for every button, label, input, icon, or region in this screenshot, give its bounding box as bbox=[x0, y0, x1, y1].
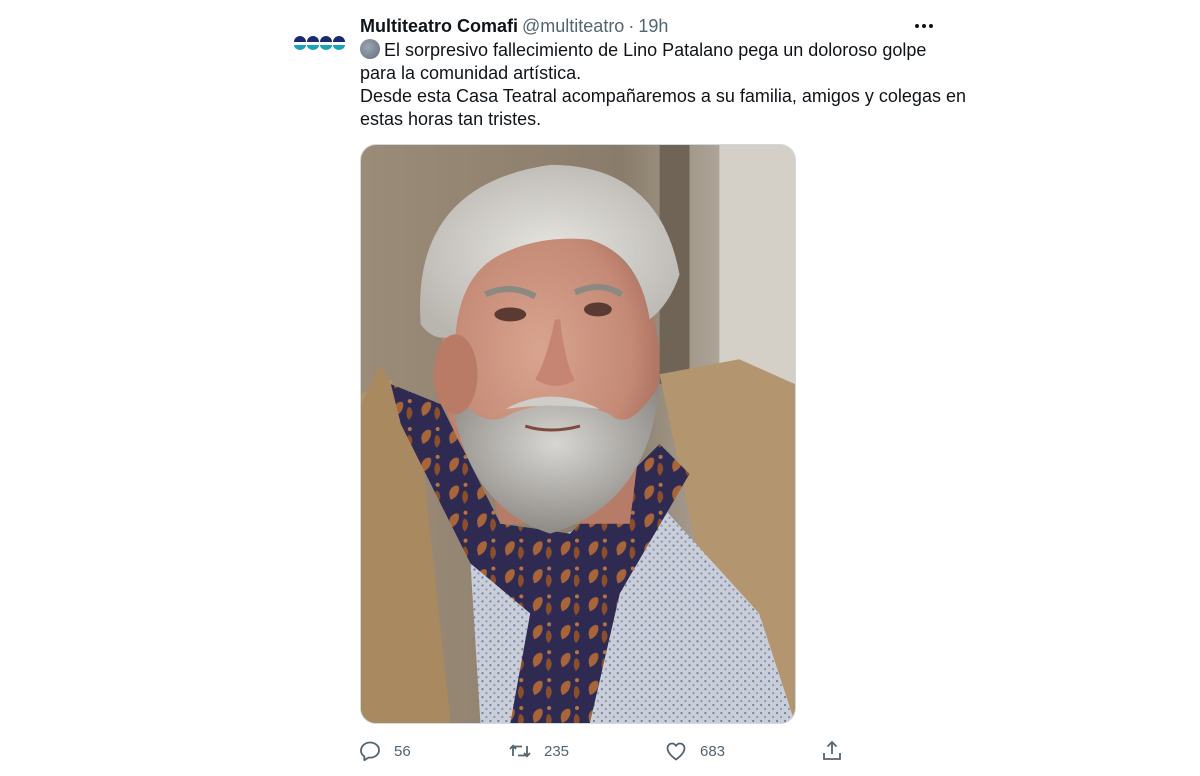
timestamp[interactable]: 19h bbox=[638, 15, 668, 37]
tweet-text-line-1-text: El sorpresivo fallecimiento de Lino Pata… bbox=[384, 40, 927, 60]
separator-dot: · bbox=[628, 16, 635, 36]
tweet-header: Multiteatro Comafi @multiteatro · 19h bbox=[360, 15, 668, 37]
share-icon bbox=[823, 740, 841, 760]
display-name[interactable]: Multiteatro Comafi bbox=[360, 15, 518, 37]
reply-icon bbox=[360, 741, 380, 762]
tweet-text: El sorpresivo fallecimiento de Lino Pata… bbox=[360, 39, 966, 131]
retweet-button[interactable]: 235 bbox=[508, 738, 569, 764]
like-count: 683 bbox=[700, 742, 726, 760]
more-dots-icon bbox=[915, 24, 933, 28]
tweet-text-line-3: Desde esta Casa Teatral acompañaremos a … bbox=[360, 86, 966, 106]
grey-circle-emoji bbox=[360, 39, 380, 59]
photo-image bbox=[361, 145, 795, 723]
retweet-count: 235 bbox=[544, 742, 570, 760]
tweet-text-line-4: estas horas tan tristes. bbox=[360, 109, 542, 129]
more-options-button[interactable] bbox=[910, 14, 938, 38]
tweet-media-photo[interactable] bbox=[360, 144, 796, 724]
heart-icon bbox=[666, 742, 686, 761]
tweet-actions: 56 235 683 bbox=[358, 738, 858, 764]
like-button[interactable]: 683 bbox=[664, 738, 725, 764]
avatar[interactable] bbox=[292, 30, 348, 54]
handle[interactable]: @multiteatro bbox=[522, 15, 624, 37]
reply-button[interactable]: 56 bbox=[358, 738, 411, 764]
retweet-icon bbox=[509, 744, 531, 758]
reply-count: 56 bbox=[394, 742, 411, 760]
multiteatro-logo-icon bbox=[294, 36, 345, 50]
tweet: Multiteatro Comafi @multiteatro · 19h El… bbox=[0, 0, 1200, 776]
tweet-text-line-2: para la comunidad artística. bbox=[360, 63, 582, 83]
share-button[interactable] bbox=[820, 738, 844, 764]
tweet-text-line-1: El sorpresivo fallecimiento de Lino Pata… bbox=[360, 39, 940, 62]
